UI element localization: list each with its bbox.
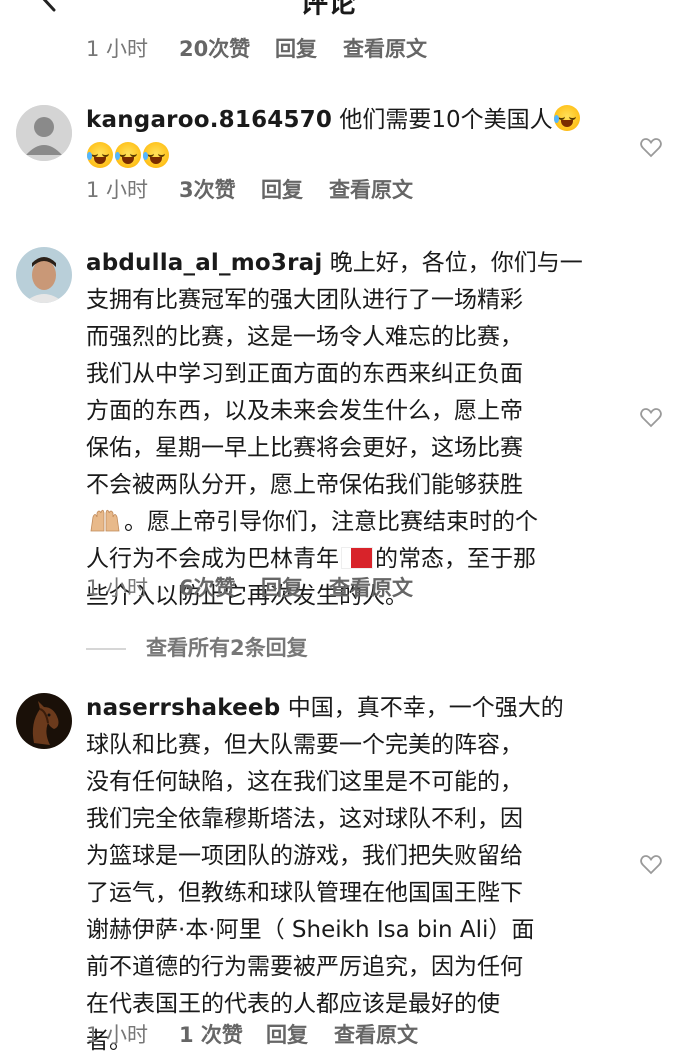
laughing-tears-emoji-icon	[115, 142, 141, 168]
comment-body: abdulla_al_mo3raj 晚上好，各位，你们与一 支拥有比赛冠军的强大…	[86, 245, 626, 615]
comment-line: 方面的东西，以及未来会发生什么，愿上帝	[86, 398, 523, 424]
reply-button[interactable]: 回复	[261, 177, 303, 203]
comment-line: 我们从中学习到正面方面的东西来纠正负面	[86, 361, 523, 387]
comment-line: 晚上好，各位，你们与一	[329, 250, 583, 276]
comment-line: 了运气，但教练和球队管理在他国国王陛下	[86, 880, 523, 906]
like-count[interactable]: 6次赞	[179, 575, 236, 601]
comment-line: 的常态，至于那	[375, 546, 536, 572]
bahrain-flag-icon	[341, 547, 373, 569]
like-count[interactable]: 20次赞	[179, 36, 250, 62]
comment-text: 他们需要10个美国人	[339, 107, 553, 133]
comment-line: 没有任何缺陷，这在我们这里是不可能的，	[86, 769, 523, 795]
comment-meta-row: 1 小时 3次赞 回复 查看原文	[86, 177, 486, 203]
comment-line: 球队和比赛，但大队需要一个完美的阵容，	[86, 732, 523, 758]
avatar[interactable]	[16, 693, 72, 749]
like-count[interactable]: 1 次赞	[179, 1022, 243, 1048]
reply-button[interactable]: 回复	[261, 575, 303, 601]
view-original-button[interactable]: 查看原文	[343, 36, 427, 62]
back-arrow-icon[interactable]	[34, 0, 64, 12]
laughing-tears-emoji-icon	[553, 105, 580, 131]
comment-username[interactable]: kangaroo.8164570	[86, 107, 332, 133]
comment-line: 。愿上帝引导你们，注意比赛结束时的个	[124, 509, 538, 535]
user-photo-avatar	[16, 247, 72, 303]
view-original-button[interactable]: 查看原文	[329, 177, 413, 203]
comment-line: 前不道德的行为需要被严厉追究，因为任何	[86, 954, 523, 980]
comment-line: 为篮球是一项团队的游戏，我们把失败留给	[86, 843, 523, 869]
view-original-button[interactable]: 查看原文	[334, 1022, 418, 1048]
comment-body: naserrshakeeb 中国，真不幸，一个强大的 球队和比赛，但大队需要一个…	[86, 690, 626, 1060]
reply-button[interactable]: 回复	[275, 36, 317, 62]
heart-icon[interactable]	[640, 408, 662, 428]
comment-line: 保佑，星期一早上比赛将会更好，这场比赛	[86, 435, 523, 461]
comment-meta-row: 1 小时 6次赞 回复 查看原文	[86, 575, 486, 601]
horse-photo-avatar	[16, 693, 72, 749]
reply-button[interactable]: 回复	[266, 1022, 308, 1048]
like-count[interactable]: 3次赞	[179, 177, 236, 203]
comment-time: 1 小时	[86, 178, 149, 202]
comment-line: 支拥有比赛冠军的强大团队进行了一场精彩	[86, 287, 523, 313]
comment-line: 而强烈的比赛，这是一场令人难忘的比赛，	[86, 324, 523, 350]
comment-time: 1 小时	[86, 37, 149, 61]
heart-icon[interactable]	[640, 855, 662, 875]
default-avatar-icon	[16, 105, 72, 161]
comment-line: 中国，真不幸，一个强大的	[287, 695, 564, 721]
comment-username[interactable]: naserrshakeeb	[86, 695, 280, 721]
comment-line: 谢赫伊萨·本·阿里（ Sheikh Isa bin Ali）面	[86, 917, 535, 943]
comment-time: 1 小时	[86, 576, 149, 600]
page-title: 评论	[300, 0, 357, 19]
laughing-tears-emoji-icon	[87, 142, 113, 168]
avatar[interactable]	[16, 105, 72, 161]
heart-icon[interactable]	[640, 138, 662, 158]
comment-meta-row: 1 小时 20次赞 回复 查看原文	[86, 36, 486, 62]
comment-line: 不会被两队分开，愿上帝保佑我们能够获胜	[86, 472, 523, 498]
comment-line: 我们完全依靠穆斯塔法，这对球队不利，因	[86, 806, 523, 832]
comment-username[interactable]: abdulla_al_mo3raj	[86, 250, 322, 276]
praying-hands-emoji-icon	[90, 509, 120, 532]
top-bar: 评论	[0, 0, 690, 20]
divider	[86, 648, 126, 650]
avatar[interactable]	[16, 247, 72, 303]
laughing-tears-emoji-icon	[143, 142, 169, 168]
comment-body: kangaroo.8164570 他们需要10个美国人	[86, 102, 611, 176]
comment-line: 人行为不会成为巴林青年	[86, 546, 339, 572]
comment-time: 1 小时	[86, 1023, 149, 1047]
view-replies-label: 查看所有2条回复	[146, 636, 308, 660]
comment-line: 在代表国王的代表的人都应该是最好的使	[86, 991, 500, 1017]
view-all-replies-button[interactable]: 查看所有2条回复	[86, 634, 308, 662]
view-original-button[interactable]: 查看原文	[329, 575, 413, 601]
comment-meta-row: 1 小时 1 次赞 回复 查看原文	[86, 1022, 506, 1048]
